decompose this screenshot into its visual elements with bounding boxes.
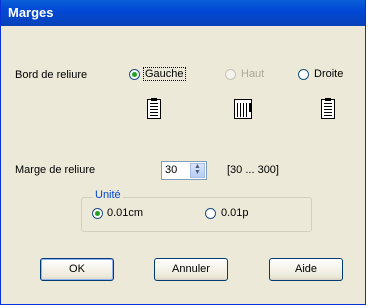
radio-left-label: Gauche xyxy=(143,67,186,81)
ok-button[interactable]: OK xyxy=(40,258,114,281)
radio-unit-points-indicator[interactable] xyxy=(205,208,216,219)
cancel-button[interactable]: Annuler xyxy=(154,258,228,281)
radio-unit-cm[interactable]: 0.01cm xyxy=(92,206,167,221)
radio-top-indicator[interactable] xyxy=(225,69,236,80)
binding-edge-label: Bord de reliure xyxy=(15,69,88,81)
spin-updown-button[interactable]: ▲ ▼ xyxy=(190,163,205,178)
spin-down-icon[interactable]: ▼ xyxy=(191,169,204,176)
binding-margin-range: [30 ... 300] xyxy=(227,164,279,176)
radio-unit-points-label: 0.01p xyxy=(221,207,249,219)
radio-right[interactable]: Droite xyxy=(298,67,358,82)
document-right-binding-icon xyxy=(321,98,335,119)
title-bar[interactable]: Marges xyxy=(1,0,365,26)
document-left-binding-icon xyxy=(147,98,161,119)
radio-unit-cm-indicator[interactable] xyxy=(92,208,103,219)
binding-margin-spinner[interactable]: 30 ▲ ▼ xyxy=(161,161,207,180)
binding-margin-label: Marge de reliure xyxy=(15,164,96,176)
radio-left-indicator[interactable] xyxy=(129,69,140,80)
binding-margin-value[interactable]: 30 xyxy=(165,164,177,176)
margins-dialog: Marges Bord de reliure Gauche Haut Droit… xyxy=(0,0,366,305)
radio-unit-cm-label: 0.01cm xyxy=(107,207,144,219)
radio-left[interactable]: Gauche xyxy=(129,67,199,82)
radio-right-indicator[interactable] xyxy=(298,69,309,80)
radio-top-label: Haut xyxy=(241,68,265,80)
radio-right-label: Droite xyxy=(314,68,344,80)
help-button[interactable]: Aide xyxy=(269,258,343,281)
window-title: Marges xyxy=(8,5,54,20)
radio-top[interactable]: Haut xyxy=(225,67,285,82)
radio-unit-points[interactable]: 0.01p xyxy=(205,206,280,221)
document-top-binding-icon xyxy=(234,99,252,119)
unit-group-label: Unité xyxy=(93,189,123,201)
